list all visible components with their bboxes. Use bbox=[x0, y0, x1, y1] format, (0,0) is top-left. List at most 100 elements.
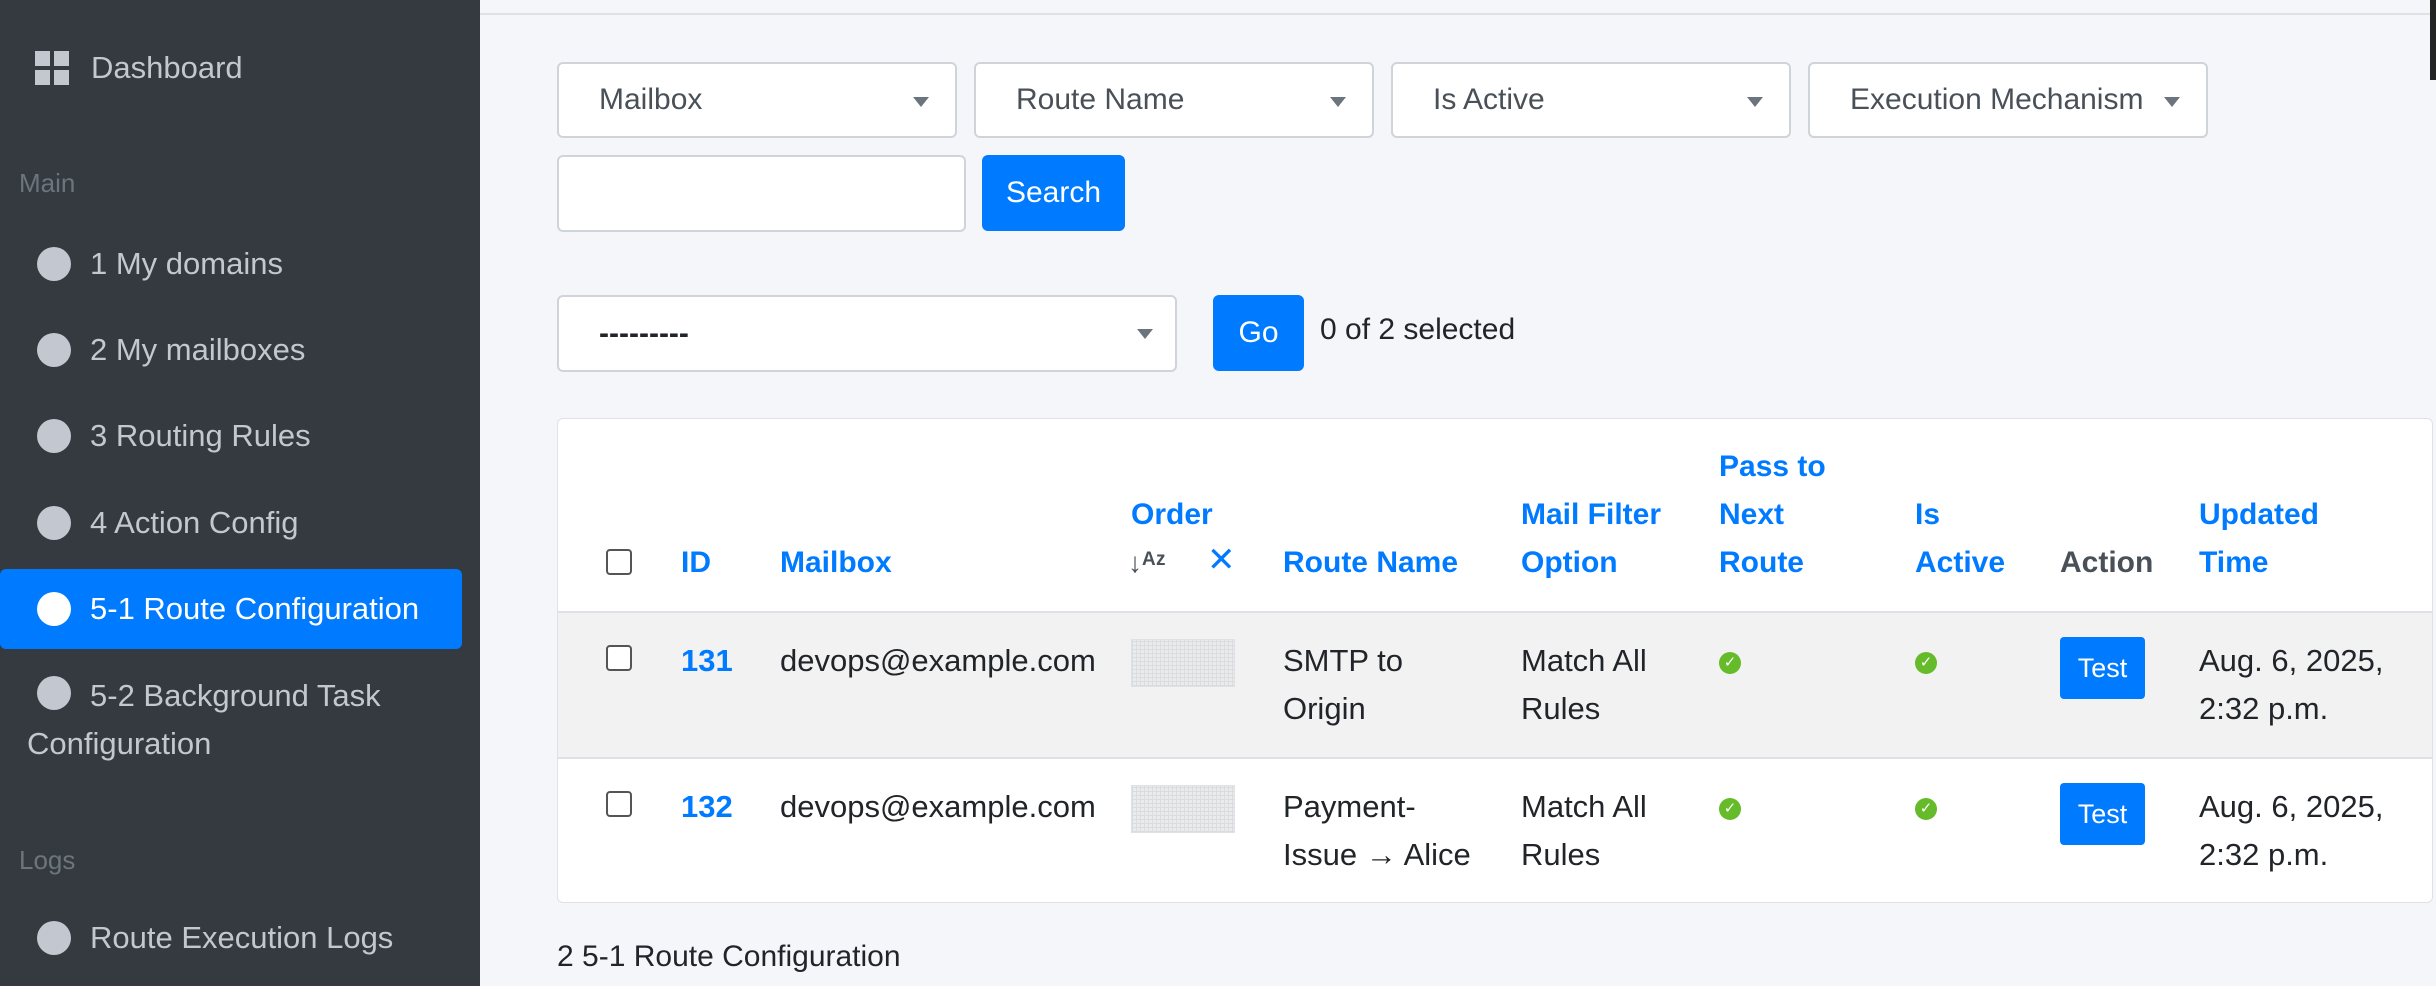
sidebar-item-route-execution-logs[interactable]: Route Execution Logs bbox=[0, 914, 462, 962]
header-line: Mail Filter bbox=[1521, 498, 1662, 531]
cell-line: 2:32 p.m. bbox=[2199, 691, 2329, 726]
sidebar-item-label: 1 My domains bbox=[90, 246, 283, 281]
sidebar-item-label: Route Execution Logs bbox=[90, 920, 394, 955]
header-line: Active bbox=[1915, 546, 2006, 579]
circle-icon bbox=[37, 333, 71, 367]
sidebar-item-route-configuration[interactable]: 5-1 Route Configuration bbox=[0, 569, 462, 649]
row-checkbox[interactable] bbox=[606, 791, 632, 817]
select-label: Is Active bbox=[1433, 83, 1545, 116]
cell-line: Rules bbox=[1521, 837, 1601, 872]
sidebar-section-logs: Logs bbox=[19, 845, 76, 875]
mailbox-filter-select[interactable]: Mailbox bbox=[557, 62, 957, 138]
sidebar-item-routing-rules[interactable]: 3 Routing Rules bbox=[0, 412, 462, 460]
caret-down-icon bbox=[1747, 97, 1763, 107]
circle-icon bbox=[37, 247, 71, 281]
header-line: Pass to bbox=[1719, 450, 1826, 483]
check-circle-icon: ✓ bbox=[1915, 652, 1937, 674]
sidebar-item-label: 5-2 Background Task bbox=[90, 678, 381, 713]
sidebar-item-label: 5-1 Route Configuration bbox=[90, 591, 420, 626]
cell-line: Aug. 6, 2025, bbox=[2199, 643, 2384, 678]
caret-down-icon bbox=[1330, 97, 1346, 107]
row-route-name: SMTP to Origin bbox=[1283, 637, 1403, 733]
header-line: Next bbox=[1719, 498, 1785, 531]
column-header-mail-filter-option[interactable]: Mail Filter Option bbox=[1521, 491, 1661, 587]
row-updated-time: Aug. 6, 2025, 2:32 p.m. bbox=[2199, 637, 2383, 733]
row-mail-filter-option: Match All Rules bbox=[1521, 637, 1647, 733]
select-label: Mailbox bbox=[599, 83, 703, 116]
select-label: Execution Mechanism bbox=[1850, 83, 2144, 116]
cell-line: 2:32 p.m. bbox=[2199, 837, 2329, 872]
column-header-pass-to-next-route[interactable]: Pass to Next Route bbox=[1719, 443, 1826, 587]
circle-icon bbox=[37, 419, 71, 453]
circle-icon bbox=[37, 506, 71, 540]
row-updated-time: Aug. 6, 2025, 2:32 p.m. bbox=[2199, 783, 2383, 879]
check-circle-icon: ✓ bbox=[1719, 652, 1741, 674]
table-row: 131 devops@example.com SMTP to Origin Ma… bbox=[558, 611, 2432, 757]
column-header-updated-time[interactable]: Updated Time bbox=[2199, 491, 2319, 587]
select-all-checkbox[interactable] bbox=[606, 549, 632, 575]
sidebar-item-my-domains[interactable]: 1 My domains bbox=[0, 240, 462, 288]
sort-ascending-icon[interactable]: ↓ᴬᶻ bbox=[1128, 547, 1166, 579]
column-header-route-name[interactable]: Route Name bbox=[1283, 539, 1458, 587]
bulk-action-select[interactable]: --------- bbox=[557, 295, 1177, 372]
row-mailbox: devops@example.com bbox=[780, 789, 1096, 824]
sidebar-item-dashboard[interactable]: Dashboard bbox=[0, 44, 462, 92]
sidebar-item-label-line2: Configuration bbox=[27, 726, 212, 761]
row-route-name: Payment- Issue → Alice bbox=[1283, 783, 1471, 879]
top-divider bbox=[480, 13, 2436, 15]
order-drag-handle[interactable] bbox=[1131, 639, 1235, 687]
scrollbar[interactable] bbox=[2430, 0, 2436, 80]
table-row: 132 devops@example.com Payment- Issue → … bbox=[558, 757, 2432, 902]
circle-icon bbox=[37, 592, 71, 626]
go-button[interactable]: Go bbox=[1213, 295, 1304, 371]
row-id-link[interactable]: 132 bbox=[681, 783, 733, 831]
column-header-is-active[interactable]: Is Active bbox=[1915, 491, 2005, 587]
header-line: Is bbox=[1915, 498, 1941, 531]
test-button[interactable]: Test bbox=[2060, 783, 2145, 845]
close-icon[interactable]: ✕ bbox=[1207, 540, 1236, 580]
sidebar-item-my-mailboxes[interactable]: 2 My mailboxes bbox=[0, 326, 462, 374]
check-circle-icon: ✓ bbox=[1719, 798, 1741, 820]
caret-down-icon bbox=[913, 97, 929, 107]
column-header-id[interactable]: ID bbox=[681, 539, 711, 587]
column-header-action: Action bbox=[2060, 546, 2154, 579]
column-header-order[interactable]: Order bbox=[1131, 491, 1213, 539]
result-count: 2 5-1 Route Configuration bbox=[557, 940, 901, 973]
test-button[interactable]: Test bbox=[2060, 637, 2145, 699]
circle-icon bbox=[37, 676, 71, 710]
cell-line: Match All bbox=[1521, 789, 1647, 824]
sidebar-item-label: 4 Action Config bbox=[90, 505, 299, 540]
row-id-link[interactable]: 131 bbox=[681, 637, 733, 685]
sidebar-item-label: 2 My mailboxes bbox=[90, 332, 306, 367]
row-checkbox[interactable] bbox=[606, 645, 632, 671]
header-line: Option bbox=[1521, 546, 1618, 579]
cell-line: SMTP to bbox=[1283, 643, 1404, 678]
execution-mechanism-filter-select[interactable]: Execution Mechanism bbox=[1808, 62, 2208, 138]
column-header-mailbox[interactable]: Mailbox bbox=[780, 539, 892, 587]
order-drag-handle[interactable] bbox=[1131, 785, 1235, 833]
cell-line: Issue → Alice bbox=[1283, 837, 1471, 872]
search-input[interactable] bbox=[557, 155, 966, 232]
select-label: --------- bbox=[599, 316, 689, 350]
caret-down-icon bbox=[1137, 329, 1153, 339]
cell-line: Match All bbox=[1521, 643, 1647, 678]
sidebar-item-label: Dashboard bbox=[91, 50, 243, 85]
sidebar-item-background-task-configuration[interactable]: 5-2 Background Task Configuration bbox=[27, 672, 381, 768]
sidebar-section-main: Main bbox=[19, 168, 76, 198]
dashboard-icon bbox=[35, 51, 69, 85]
select-label: Route Name bbox=[1016, 83, 1185, 116]
search-button[interactable]: Search bbox=[982, 155, 1125, 231]
header-line: Route bbox=[1719, 546, 1804, 579]
results-table: ID Mailbox Order Route Name Mail Filter … bbox=[557, 418, 2433, 903]
caret-down-icon bbox=[2164, 97, 2180, 107]
route-name-filter-select[interactable]: Route Name bbox=[974, 62, 1374, 138]
cell-line: Payment- bbox=[1283, 789, 1416, 824]
row-mail-filter-option: Match All Rules bbox=[1521, 783, 1647, 879]
sidebar-item-action-config[interactable]: 4 Action Config bbox=[0, 499, 462, 547]
header-line: Time bbox=[2199, 546, 2269, 579]
cell-line: Rules bbox=[1521, 691, 1601, 726]
circle-icon bbox=[37, 921, 71, 955]
sidebar-item-label: 3 Routing Rules bbox=[90, 418, 311, 453]
is-active-filter-select[interactable]: Is Active bbox=[1391, 62, 1791, 138]
sidebar: Dashboard Main 1 My domains 2 My mailbox… bbox=[0, 0, 480, 986]
